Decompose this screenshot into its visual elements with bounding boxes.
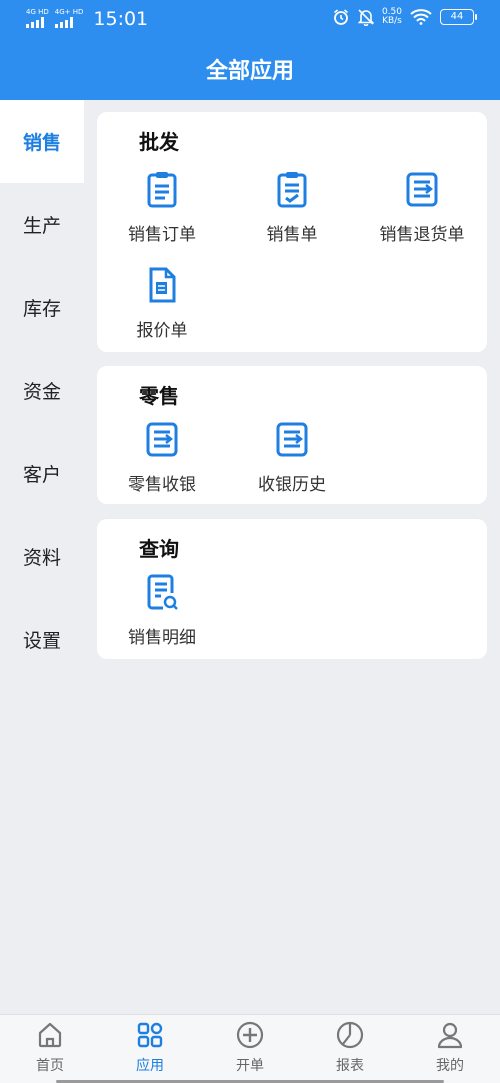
app-sales-return[interactable]: 销售退货单 [357,168,487,258]
quote-document-icon [149,267,176,303]
network-label-2: 4G+ HD [54,8,84,16]
status-left: 4G HD 4G+ HD 15:01 [26,6,148,30]
app-sales-slip[interactable]: 销售单 [227,168,357,258]
status-time: 15:01 [93,8,149,30]
document-arrow-icon [146,422,178,457]
signal-2: 4G+ HD [54,8,84,28]
app-sales-order[interactable]: 销售订单 [97,168,227,258]
section-card-query: 查询 销售明细 [97,519,487,659]
sidebar-item-inventory[interactable]: 库存 [0,266,84,349]
network-label-1: 4G HD [26,8,49,16]
nav-apps[interactable]: 应用 [100,1015,200,1083]
app-label: 销售订单 [128,225,196,245]
signal-bars-icon [54,17,73,28]
alarm-icon [333,9,348,25]
main-content: 批发 销售订单 销售单 销售退货单 报价单 零售 零售收银 收银历史 查询 销售… [84,100,500,1014]
document-search-icon [147,574,178,610]
sidebar-item-funds[interactable]: 资金 [0,349,84,432]
section-title: 零售 [139,384,179,408]
signal-1: 4G HD [26,8,49,28]
nav-profile[interactable]: 我的 [400,1015,500,1083]
sidebar-item-settings[interactable]: 设置 [0,598,84,681]
header: 全部应用 [0,38,500,100]
pie-chart-icon [336,1021,364,1049]
app-label: 销售退货单 [379,225,465,245]
nav-label: 我的 [436,1058,464,1074]
app-retail-checkout[interactable]: 零售收银 [97,418,227,508]
plus-circle-icon [236,1021,264,1049]
section-card-wholesale: 批发 销售订单 销售单 销售退货单 报价单 [97,112,487,352]
clipboard-list-icon [147,172,177,208]
document-arrow-icon [276,422,308,457]
sidebar-item-customers[interactable]: 客户 [0,432,84,515]
sidebar-item-sales[interactable]: 销售 [0,100,84,183]
document-arrow-icon [406,172,438,207]
section-title: 查询 [139,537,179,561]
network-speed: 0.50 KB/s [382,8,402,26]
nav-label: 报表 [336,1058,364,1074]
app-sales-detail[interactable]: 销售明细 [97,571,227,661]
status-bar: 4G HD 4G+ HD 15:01 0.50 KB/s 44 [0,0,500,38]
section-title: 批发 [139,130,179,154]
sidebar: 销售 生产 库存 资金 客户 资料 设置 [0,100,84,1014]
clipboard-check-icon [277,172,307,208]
home-icon [38,1022,62,1048]
nav-reports[interactable]: 报表 [300,1015,400,1083]
app-label: 零售收银 [128,475,196,495]
apps-grid-icon [137,1022,163,1048]
status-right: 0.50 KB/s 44 [332,8,477,26]
app-label: 报价单 [136,321,188,341]
app-checkout-history[interactable]: 收银历史 [227,418,357,508]
app-label: 销售明细 [128,628,196,648]
speed-unit: KB/s [382,16,402,26]
app-label: 销售单 [266,225,318,245]
battery-indicator: 44 [440,9,477,25]
user-icon [437,1022,463,1049]
nav-home[interactable]: 首页 [0,1015,100,1083]
signal-bars-icon [26,17,44,28]
nav-label: 首页 [36,1058,64,1074]
sidebar-item-production[interactable]: 生产 [0,183,84,266]
page-title: 全部应用 [205,59,294,84]
bottom-nav: 首页 应用 开单 报表 我的 [0,1014,500,1083]
nav-create-order[interactable]: 开单 [200,1015,300,1083]
sidebar-item-data[interactable]: 资料 [0,515,84,598]
app-quotation[interactable]: 报价单 [97,264,227,354]
app-label: 收银历史 [258,475,326,495]
section-card-retail: 零售 零售收银 收银历史 [97,366,487,504]
mute-bell-icon [357,9,374,26]
nav-label: 开单 [236,1058,264,1074]
wifi-icon [410,9,432,25]
nav-label: 应用 [136,1058,164,1074]
